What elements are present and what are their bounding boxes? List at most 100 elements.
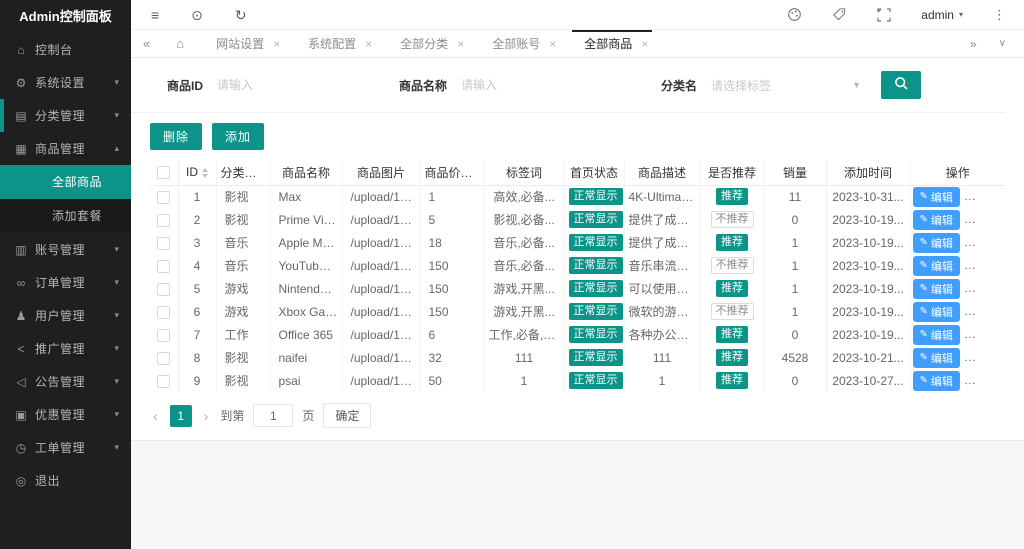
recommend-badge: 推荐 — [716, 325, 748, 344]
edit-button[interactable]: ✎ 编辑 — [912, 278, 960, 299]
menu-toggle-icon[interactable]: ≡ — [151, 8, 159, 22]
sort-icon[interactable] — [202, 168, 208, 179]
add-goods-button[interactable]: 添加 — [212, 123, 265, 150]
sidebar-subitem-add-package[interactable]: 添加套餐 — [0, 199, 131, 233]
prev-page-button[interactable]: ‹ — [150, 408, 161, 424]
edit-button[interactable]: ✎ 编辑 — [912, 347, 960, 368]
goto-page-input[interactable] — [253, 404, 294, 427]
search-button[interactable] — [881, 71, 922, 99]
tabs-scroll-right-icon[interactable]: » — [970, 37, 977, 51]
cell-added-time: 2023-10-19... — [826, 277, 911, 300]
close-tab-icon[interactable]: × — [457, 30, 464, 58]
more-options-icon[interactable]: ⋮ — [993, 7, 1006, 23]
close-tab-icon[interactable]: × — [365, 30, 372, 58]
sidebar-item-label: 工单管理 — [35, 441, 86, 455]
home-tab-icon[interactable]: ⌂ — [162, 36, 198, 51]
sidebar-item-label: 账号管理 — [35, 243, 86, 257]
tabs-scroll-left-icon[interactable]: « — [131, 36, 162, 51]
sidebar-item-logout[interactable]: ◎ 退出 — [0, 464, 131, 497]
confirm-page-button[interactable]: 确定 — [323, 403, 372, 428]
close-tab-icon[interactable]: × — [273, 30, 280, 58]
row-checkbox[interactable] — [157, 282, 171, 296]
main-area: ≡ ⊙ ↻ admin ▾ ⋮ « ⌂ 网站设置 × 系统配置 × 全部分类 ×… — [131, 0, 1024, 549]
sidebar-item-orders[interactable]: ∞ 订单管理 ▾ — [0, 266, 131, 299]
pencil-icon: ✎ — [919, 213, 928, 225]
tab-all-categories[interactable]: 全部分类 × — [382, 30, 474, 58]
edit-button[interactable]: ✎ 编辑 — [912, 209, 960, 230]
sidebar-item-tickets[interactable]: ◷ 工单管理 ▾ — [0, 431, 131, 464]
cell-tags: 1 — [484, 369, 565, 392]
goods-name-input[interactable] — [461, 78, 610, 92]
recommend-badge: 推荐 — [716, 188, 748, 206]
sidebar-item-system[interactable]: ⚙ 系统设置 ▾ — [0, 66, 131, 99]
cell-description: 提供了成千... — [624, 208, 701, 231]
sidebar-subitem-all-goods[interactable]: 全部商品 — [0, 165, 131, 199]
sidebar-item-users[interactable]: ♟ 用户管理 ▾ — [0, 299, 131, 332]
table-row: 4 音乐 YouTube M.../upload/169... 150 音乐,必备...… — [150, 254, 1005, 277]
tab-all-goods[interactable]: 全部商品 × — [566, 29, 658, 58]
close-tab-icon[interactable]: × — [549, 30, 556, 58]
chevron-down-icon: ▾ — [114, 343, 119, 353]
fullscreen-icon[interactable] — [877, 7, 891, 22]
row-checkbox[interactable] — [157, 305, 171, 319]
row-checkbox[interactable] — [157, 236, 171, 250]
sidebar-item-label: 商品管理 — [35, 142, 86, 156]
globe-icon[interactable]: ⊙ — [191, 8, 203, 22]
tab-system-config[interactable]: 系统配置 × — [290, 30, 382, 58]
chevron-up-icon: ▴ — [114, 143, 119, 153]
sidebar-item-dashboard[interactable]: ⌂ 控制台 — [0, 33, 131, 66]
row-checkbox[interactable] — [157, 351, 171, 365]
sidebar-item-accounts[interactable]: ▥ 账号管理 ▾ — [0, 233, 131, 266]
tab-all-accounts[interactable]: 全部账号 × — [474, 30, 566, 58]
goods-id-input[interactable] — [217, 78, 366, 92]
row-checkbox[interactable] — [157, 259, 171, 273]
edit-button-label: 编辑 — [930, 214, 953, 227]
sidebar-item-announcement[interactable]: ◁ 公告管理 ▾ — [0, 365, 131, 398]
next-page-button[interactable]: › — [201, 408, 212, 424]
select-all-checkbox[interactable] — [157, 166, 171, 180]
delete-button-label: 删除 — [982, 237, 1005, 250]
row-checkbox[interactable] — [157, 328, 171, 342]
tag-icon[interactable] — [832, 7, 847, 22]
category-select[interactable]: 请选择标签 ▼ — [711, 77, 861, 94]
row-checkbox[interactable] — [157, 374, 171, 388]
column-header: 商品描述 — [624, 160, 701, 186]
close-tab-icon[interactable]: × — [641, 30, 648, 58]
chevron-down-icon: ▾ — [958, 10, 963, 19]
sidebar-item-goods[interactable]: ▦ 商品管理 ▴ — [0, 132, 131, 165]
row-checkbox[interactable] — [157, 213, 171, 227]
current-page-button[interactable]: 1 — [169, 404, 192, 427]
refresh-icon[interactable]: ↻ — [235, 8, 247, 22]
edit-button[interactable]: ✎ 编辑 — [912, 301, 960, 322]
row-checkbox[interactable] — [157, 190, 171, 204]
cell-home-status: 正常显示 — [564, 300, 625, 323]
row-checkbox-cell — [150, 300, 179, 323]
page-content: 商品ID 商品名称 分类名 请选择标签 ▼ 删除 — [131, 58, 1024, 549]
cell-category: 游戏 — [216, 277, 271, 300]
sidebar-item-promotion[interactable]: < 推广管理 ▾ — [0, 332, 131, 365]
status-badge: 正常显示 — [568, 210, 623, 229]
megaphone-icon: ◁ — [16, 374, 26, 389]
row-checkbox-cell — [150, 277, 179, 300]
edit-button[interactable]: ✎ 编辑 — [912, 370, 960, 391]
sort-icon[interactable] — [476, 168, 483, 179]
tab-site-settings[interactable]: 网站设置 × — [198, 30, 290, 58]
delete-selected-button[interactable]: 删除 — [150, 123, 203, 150]
sidebar-item-coupon[interactable]: ▣ 优惠管理 ▾ — [0, 398, 131, 431]
tabs-dropdown-icon[interactable]: ∨ — [999, 38, 1006, 49]
theme-palette-icon[interactable] — [787, 7, 802, 22]
cell-name: Prime Video — [270, 208, 343, 231]
sidebar-item-category[interactable]: ▤ 分类管理 ▾ — [0, 99, 131, 132]
user-menu[interactable]: admin ▾ — [921, 8, 963, 22]
sidebar-item-label: 推广管理 — [35, 342, 86, 356]
column-header: 是否推荐 — [700, 160, 765, 186]
goods-icon: ▦ — [15, 141, 27, 156]
edit-button[interactable]: ✎ 编辑 — [912, 255, 960, 276]
cell-actions: ✎ 编辑 删除 — [910, 369, 1005, 392]
logout-icon: ◎ — [15, 473, 27, 488]
edit-button[interactable]: ✎ 编辑 — [912, 324, 960, 345]
edit-button[interactable]: ✎ 编辑 — [912, 186, 960, 207]
sidebar-item-label: 订单管理 — [35, 276, 86, 290]
edit-button[interactable]: ✎ 编辑 — [912, 232, 960, 253]
cell-category: 音乐 — [216, 231, 271, 254]
